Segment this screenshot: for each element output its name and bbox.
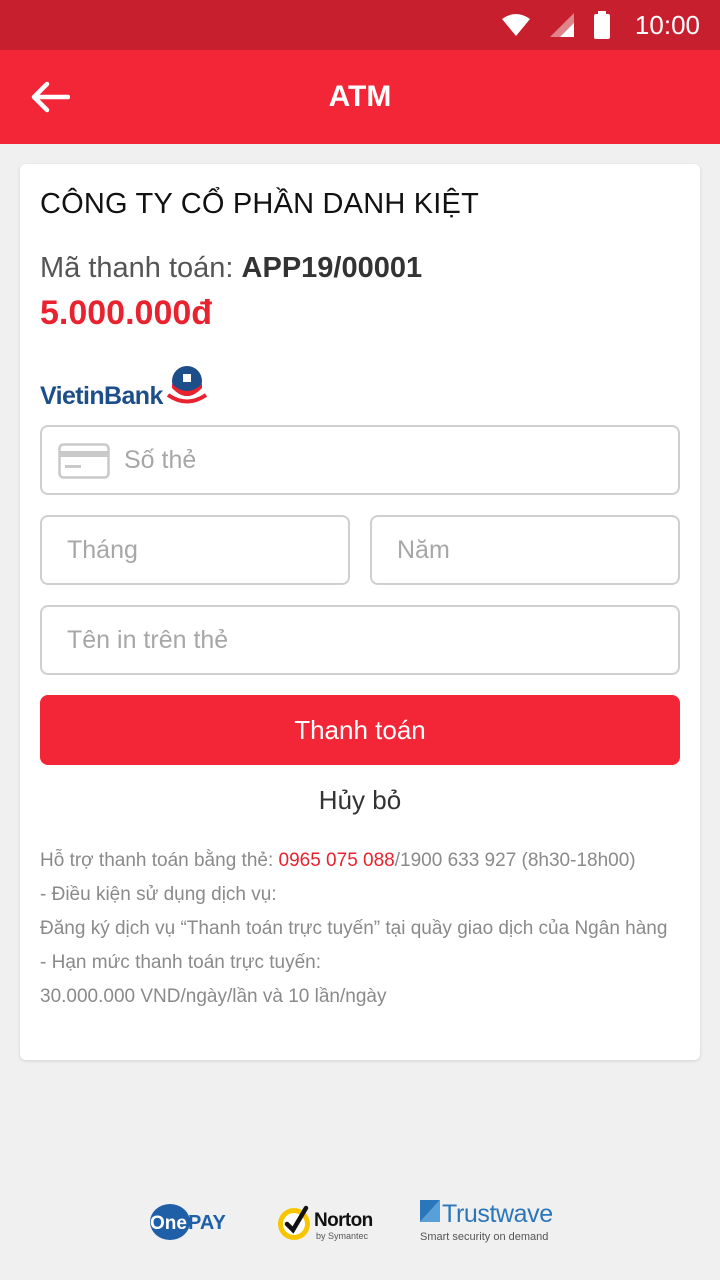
limit-text: 30.000.000 VND/ngày/lần và 10 lần/ngày: [40, 986, 387, 1007]
page-title: ATM: [328, 80, 392, 113]
wifi-icon: [501, 14, 530, 36]
payment-code-label: Mã thanh toán:: [40, 252, 234, 284]
year-field[interactable]: [370, 515, 680, 585]
svg-text:VietinBank: VietinBank: [40, 382, 163, 410]
norton-logo: Norton by Symantec: [278, 1205, 373, 1241]
cancel-button-label: Hủy bỏ: [318, 785, 402, 815]
status-icons: 10:00: [501, 0, 700, 50]
card-number-input[interactable]: [42, 427, 678, 493]
app-bar: ATM: [0, 50, 720, 144]
pay-button[interactable]: Thanh toán: [40, 695, 680, 765]
onepay-one: One: [150, 1213, 187, 1234]
payment-code: Mã thanh toán: APP19/00001: [40, 252, 422, 285]
year-input[interactable]: [372, 517, 678, 583]
arrow-left-icon: [31, 81, 70, 113]
payment-code-value: APP19/00001: [241, 252, 423, 284]
vietinbank-logo: VietinBank: [40, 366, 208, 410]
signal-icon: [549, 13, 574, 37]
company-name: CÔNG TY CỔ PHẦN DANH KIỆT: [40, 188, 479, 220]
bank-name-prefix: Vietin: [40, 382, 104, 410]
cardholder-name-input[interactable]: [42, 607, 678, 673]
month-field[interactable]: [40, 515, 350, 585]
onepay-logo: One PAY: [150, 1204, 226, 1240]
conditions-title: - Điều kiện sử dụng dịch vụ:: [40, 884, 277, 905]
onepay-pay: PAY: [188, 1212, 226, 1234]
norton-sub: by Symantec: [316, 1231, 369, 1241]
conditions-text: Đăng ký dịch vụ “Thanh toán trực tuyến” …: [40, 918, 668, 939]
support-hotline[interactable]: 0965 075 088: [279, 850, 395, 871]
cancel-button[interactable]: Hủy bỏ: [20, 785, 700, 825]
cardholder-name-field[interactable]: [40, 605, 680, 675]
trustwave-logo: Trustwave Smart security on demand: [420, 1200, 553, 1243]
limit-title: - Hạn mức thanh toán trực tuyến:: [40, 952, 322, 973]
back-button[interactable]: [30, 75, 86, 119]
trustwave-tagline: Smart security on demand: [420, 1231, 548, 1243]
support-line: Hỗ trợ thanh toán bằng thẻ: 0965 075 088…: [40, 848, 680, 874]
payment-info: Hỗ trợ thanh toán bằng thẻ: 0965 075 088…: [40, 848, 680, 1018]
partner-logos: One PAY Norton by Symantec Trustwave Sma…: [0, 1192, 720, 1248]
payment-card: CÔNG TY CỔ PHẦN DANH KIỆT Mã thanh toán:…: [20, 164, 700, 1060]
support-suffix: /1900 633 927 (8h30-18h00): [394, 850, 636, 871]
month-input[interactable]: [42, 517, 348, 583]
status-bar: 10:00: [0, 0, 720, 50]
bank-name-suffix: Bank: [104, 382, 163, 410]
support-prefix: Hỗ trợ thanh toán bằng thẻ:: [40, 850, 279, 871]
card-number-field[interactable]: [40, 425, 680, 495]
status-time: 10:00: [634, 9, 700, 40]
payment-amount: 5.000.000đ: [40, 294, 213, 332]
norton-name: Norton: [314, 1210, 373, 1231]
trustwave-name: Trustwave: [442, 1200, 553, 1228]
battery-icon: [593, 11, 610, 39]
